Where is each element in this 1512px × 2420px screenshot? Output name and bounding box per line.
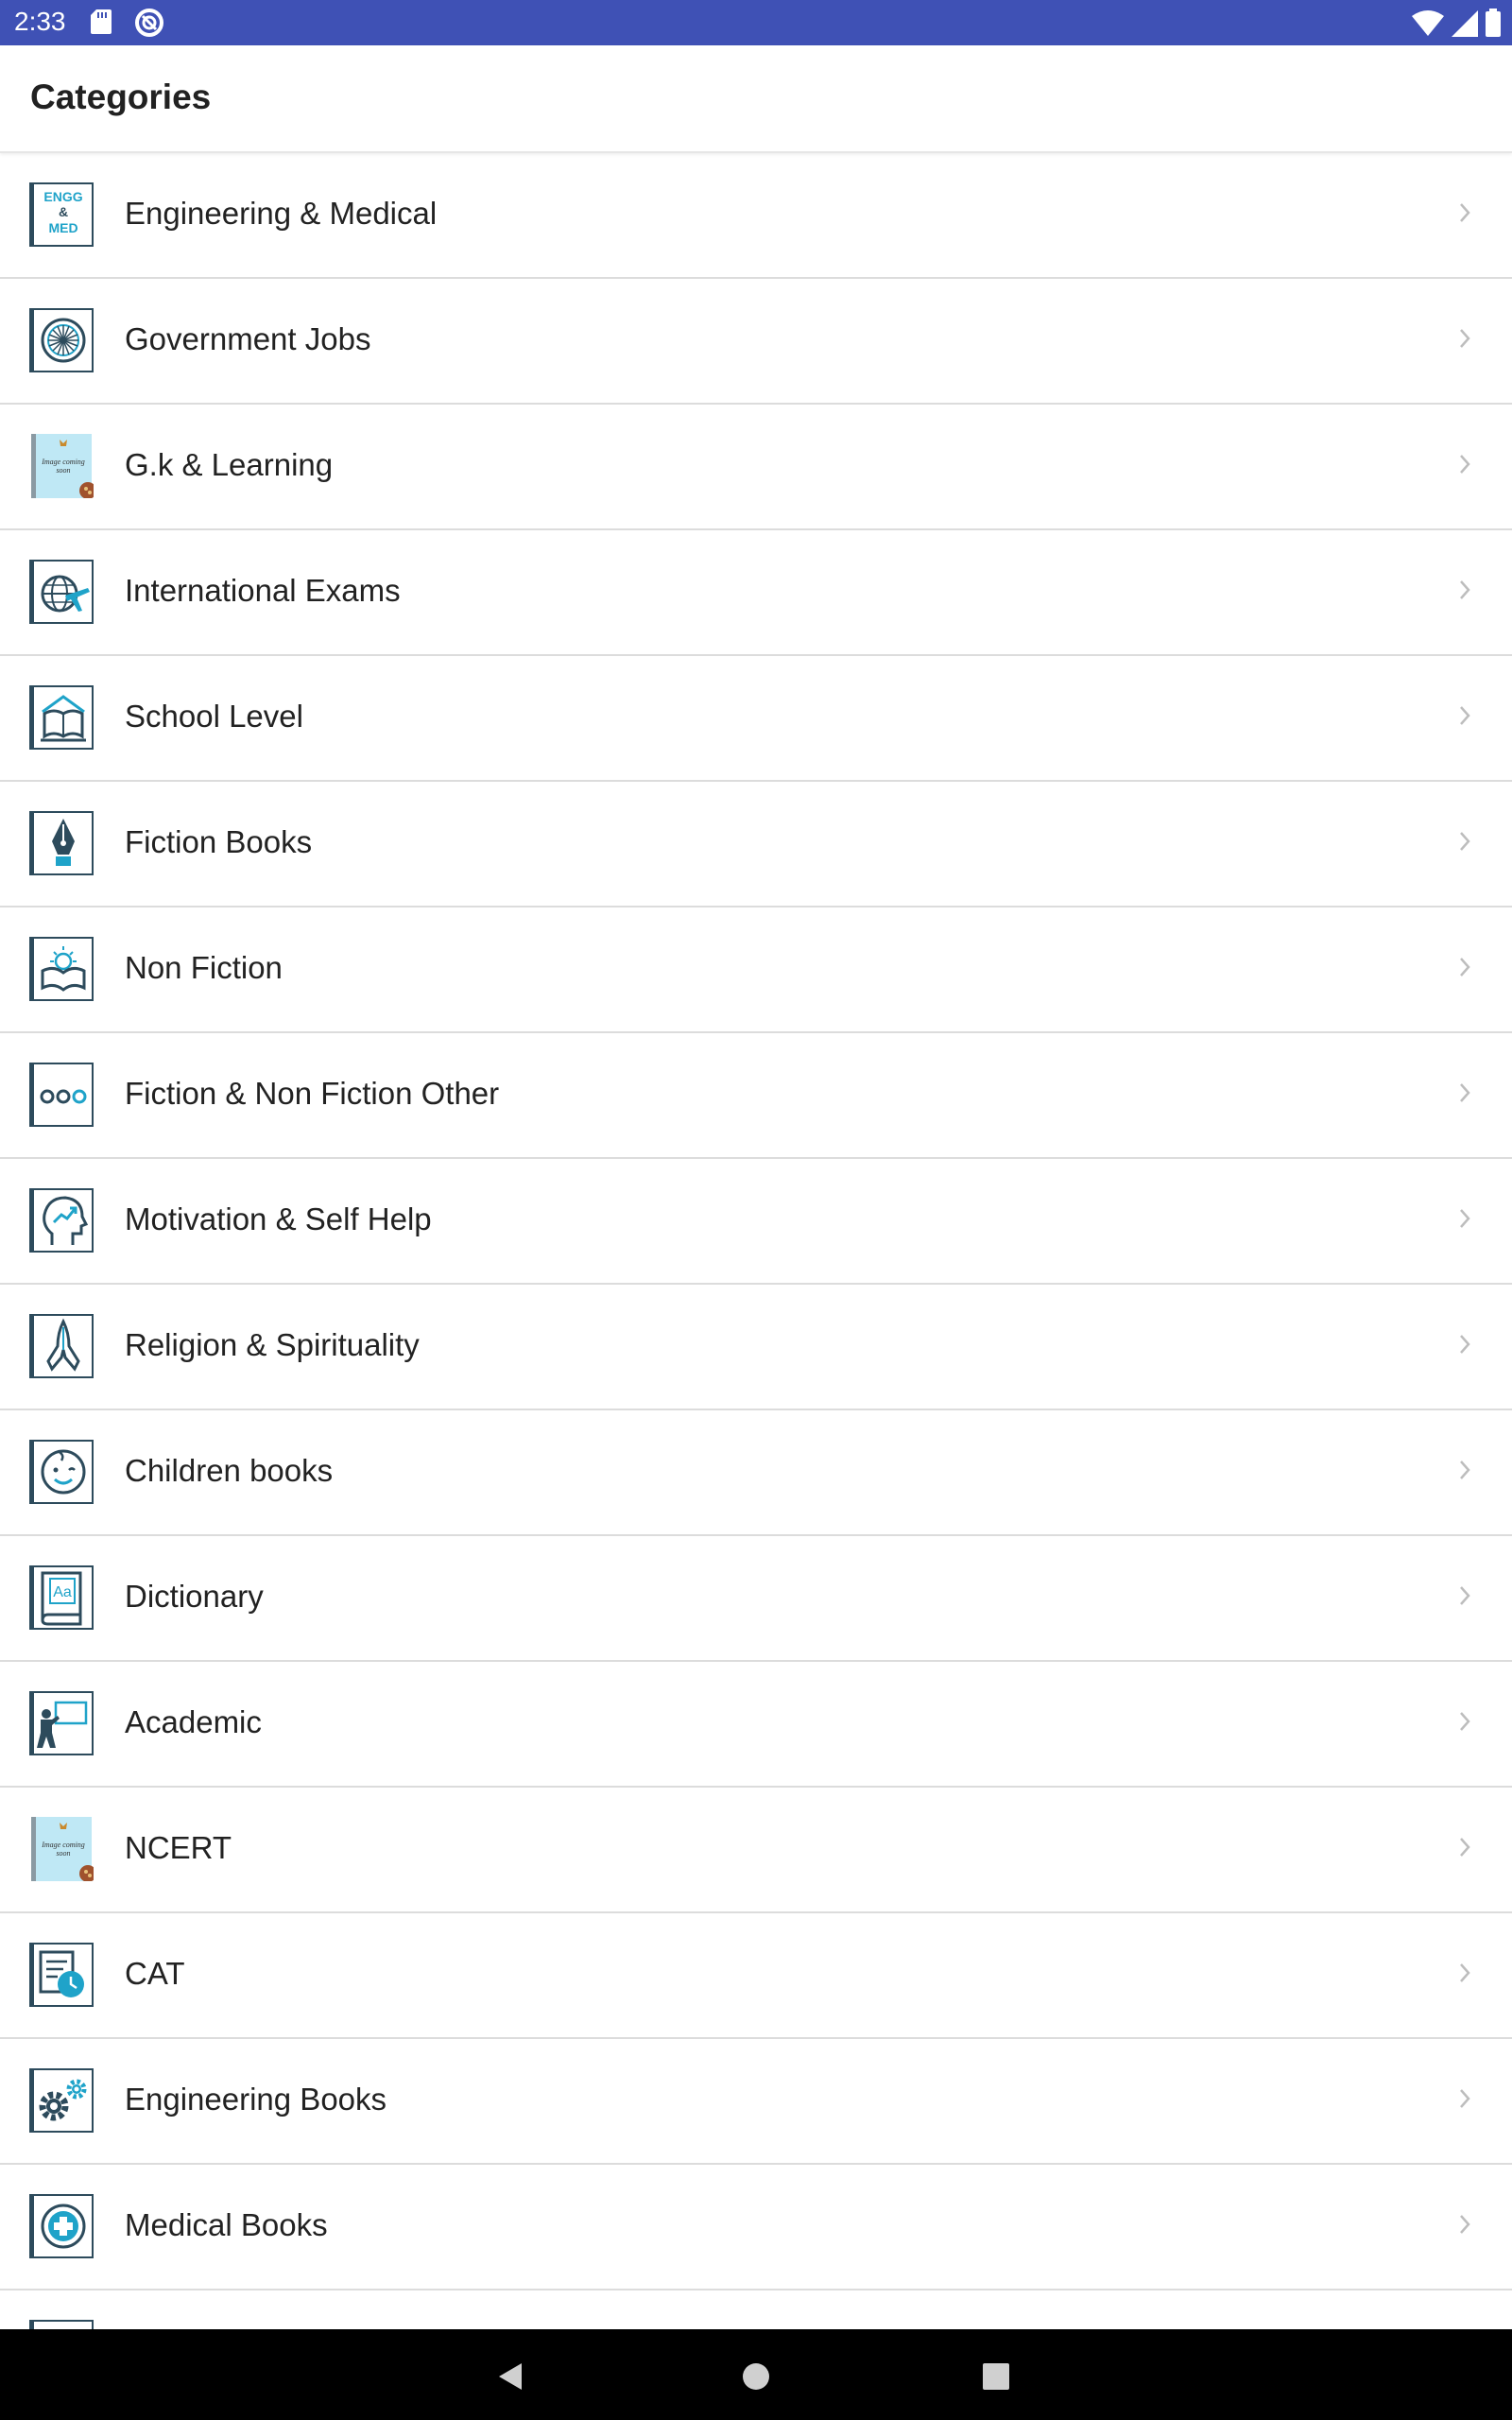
category-item-partial[interactable]	[0, 2290, 1512, 2329]
engg-text: ENGG	[43, 189, 82, 204]
chevron-right-icon	[1460, 203, 1470, 222]
category-item-engineering-medical[interactable]: ENGG & MED Engineering & Medical	[0, 153, 1512, 279]
globe-plane-icon	[29, 560, 94, 624]
partial-category-icon	[29, 2320, 94, 2329]
category-item-international-exams[interactable]: International Exams	[0, 530, 1512, 656]
category-item-medical-books[interactable]: Medical Books	[0, 2165, 1512, 2290]
head-growth-icon	[29, 1188, 94, 1253]
category-item-cat[interactable]: CAT	[0, 1913, 1512, 2039]
category-item-motivation-self-help[interactable]: Motivation & Self Help	[0, 1159, 1512, 1285]
app-bar: Categories	[0, 45, 1512, 153]
image-coming-soon-icon: Image coming soon	[31, 434, 94, 498]
category-label: School Level	[125, 699, 303, 734]
chevron-right-icon	[1460, 832, 1470, 851]
dictionary-icon-text: Aa	[53, 1584, 72, 1600]
dictionary-icon: Aa	[29, 1565, 94, 1630]
chevron-right-icon	[1460, 455, 1470, 474]
sync-icon	[135, 9, 163, 37]
chevron-right-icon	[1460, 1209, 1470, 1228]
sd-card-icon	[91, 9, 112, 34]
med-text: MED	[48, 220, 77, 235]
image-coming-soon-icon: Image coming soon	[31, 1817, 94, 1881]
child-face-icon	[29, 1440, 94, 1504]
category-label: Academic	[125, 1704, 262, 1739]
placeholder-line-2: soon	[56, 1849, 70, 1858]
status-bar: 2:33	[0, 0, 1512, 45]
status-time: 2:33	[14, 7, 66, 36]
category-item-religion-spirituality[interactable]: Religion & Spirituality	[0, 1285, 1512, 1410]
chevron-right-icon	[1460, 1083, 1470, 1102]
navigation-bar	[0, 2329, 1512, 2420]
category-label: Engineering & Medical	[125, 196, 438, 231]
chevron-right-icon	[1460, 706, 1470, 725]
category-label: Fiction & Non Fiction Other	[125, 1076, 500, 1111]
category-item-dictionary[interactable]: Aa Dictionary	[0, 1536, 1512, 1662]
placeholder-line-1: Image coming	[41, 458, 85, 466]
category-item-non-fiction[interactable]: Non Fiction	[0, 908, 1512, 1033]
back-icon[interactable]	[495, 2361, 525, 2392]
category-label: Government Jobs	[125, 321, 371, 356]
chevron-right-icon	[1460, 1586, 1470, 1605]
category-label: International Exams	[125, 573, 401, 608]
category-label: NCERT	[125, 1830, 232, 1865]
category-label: Dictionary	[125, 1579, 264, 1614]
category-list[interactable]: ENGG & MED Engineering & Medical Governm…	[0, 153, 1512, 2329]
category-item-school-level[interactable]: School Level	[0, 656, 1512, 782]
category-item-engineering-books[interactable]: Engineering Books	[0, 2039, 1512, 2165]
checklist-clock-icon	[29, 1943, 94, 2007]
category-label: Religion & Spirituality	[125, 1327, 420, 1362]
category-item-fiction-non-fiction-other[interactable]: Fiction & Non Fiction Other	[0, 1033, 1512, 1159]
gears-icon	[29, 2068, 94, 2133]
chevron-right-icon	[1460, 1963, 1470, 1982]
open-book-house-icon	[29, 685, 94, 750]
home-icon[interactable]	[742, 2362, 770, 2391]
teacher-board-icon	[29, 1691, 94, 1755]
page-title: Categories	[30, 78, 212, 116]
category-label: Fiction Books	[125, 824, 313, 859]
chevron-right-icon	[1460, 2089, 1470, 2108]
placeholder-line-1: Image coming	[41, 1841, 85, 1849]
chevron-right-icon	[1460, 958, 1470, 977]
category-label: Non Fiction	[125, 950, 283, 985]
recents-icon[interactable]	[983, 2363, 1009, 2390]
category-label: G.k & Learning	[125, 447, 334, 482]
chevron-right-icon	[1460, 1461, 1470, 1479]
category-item-ncert[interactable]: Image coming soon NCERT	[0, 1788, 1512, 1913]
ashoka-chakra-icon	[29, 308, 94, 372]
chevron-right-icon	[1460, 2215, 1470, 2234]
category-item-academic[interactable]: Academic	[0, 1662, 1512, 1788]
category-label: Motivation & Self Help	[125, 1201, 432, 1236]
category-label: CAT	[125, 1956, 185, 1991]
ampersand-text: &	[59, 204, 68, 219]
praying-hands-icon	[29, 1314, 94, 1378]
category-label: Engineering Books	[125, 2082, 387, 2117]
category-item-gk-learning[interactable]: Image coming soon G.k & Learning	[0, 405, 1512, 530]
category-item-government-jobs[interactable]: Government Jobs	[0, 279, 1512, 405]
signal-icon	[1452, 10, 1478, 37]
chevron-right-icon	[1460, 1838, 1470, 1857]
category-item-children-books[interactable]: Children books	[0, 1410, 1512, 1536]
category-label: Children books	[125, 1453, 334, 1488]
chevron-right-icon	[1460, 580, 1470, 599]
three-circles-icon	[29, 1063, 94, 1127]
battery-icon	[1486, 9, 1501, 37]
book-sun-icon	[29, 937, 94, 1001]
placeholder-line-2: soon	[56, 466, 70, 475]
category-item-fiction-books[interactable]: Fiction Books	[0, 782, 1512, 908]
engg-med-icon: ENGG & MED	[29, 182, 94, 247]
category-label: Medical Books	[125, 2207, 328, 2242]
wifi-icon	[1412, 10, 1444, 36]
chevron-right-icon	[1460, 329, 1470, 348]
chevron-right-icon	[1460, 1335, 1470, 1354]
medical-cross-icon	[29, 2194, 94, 2258]
chevron-right-icon	[1460, 1712, 1470, 1731]
pen-nib-icon	[29, 811, 94, 875]
